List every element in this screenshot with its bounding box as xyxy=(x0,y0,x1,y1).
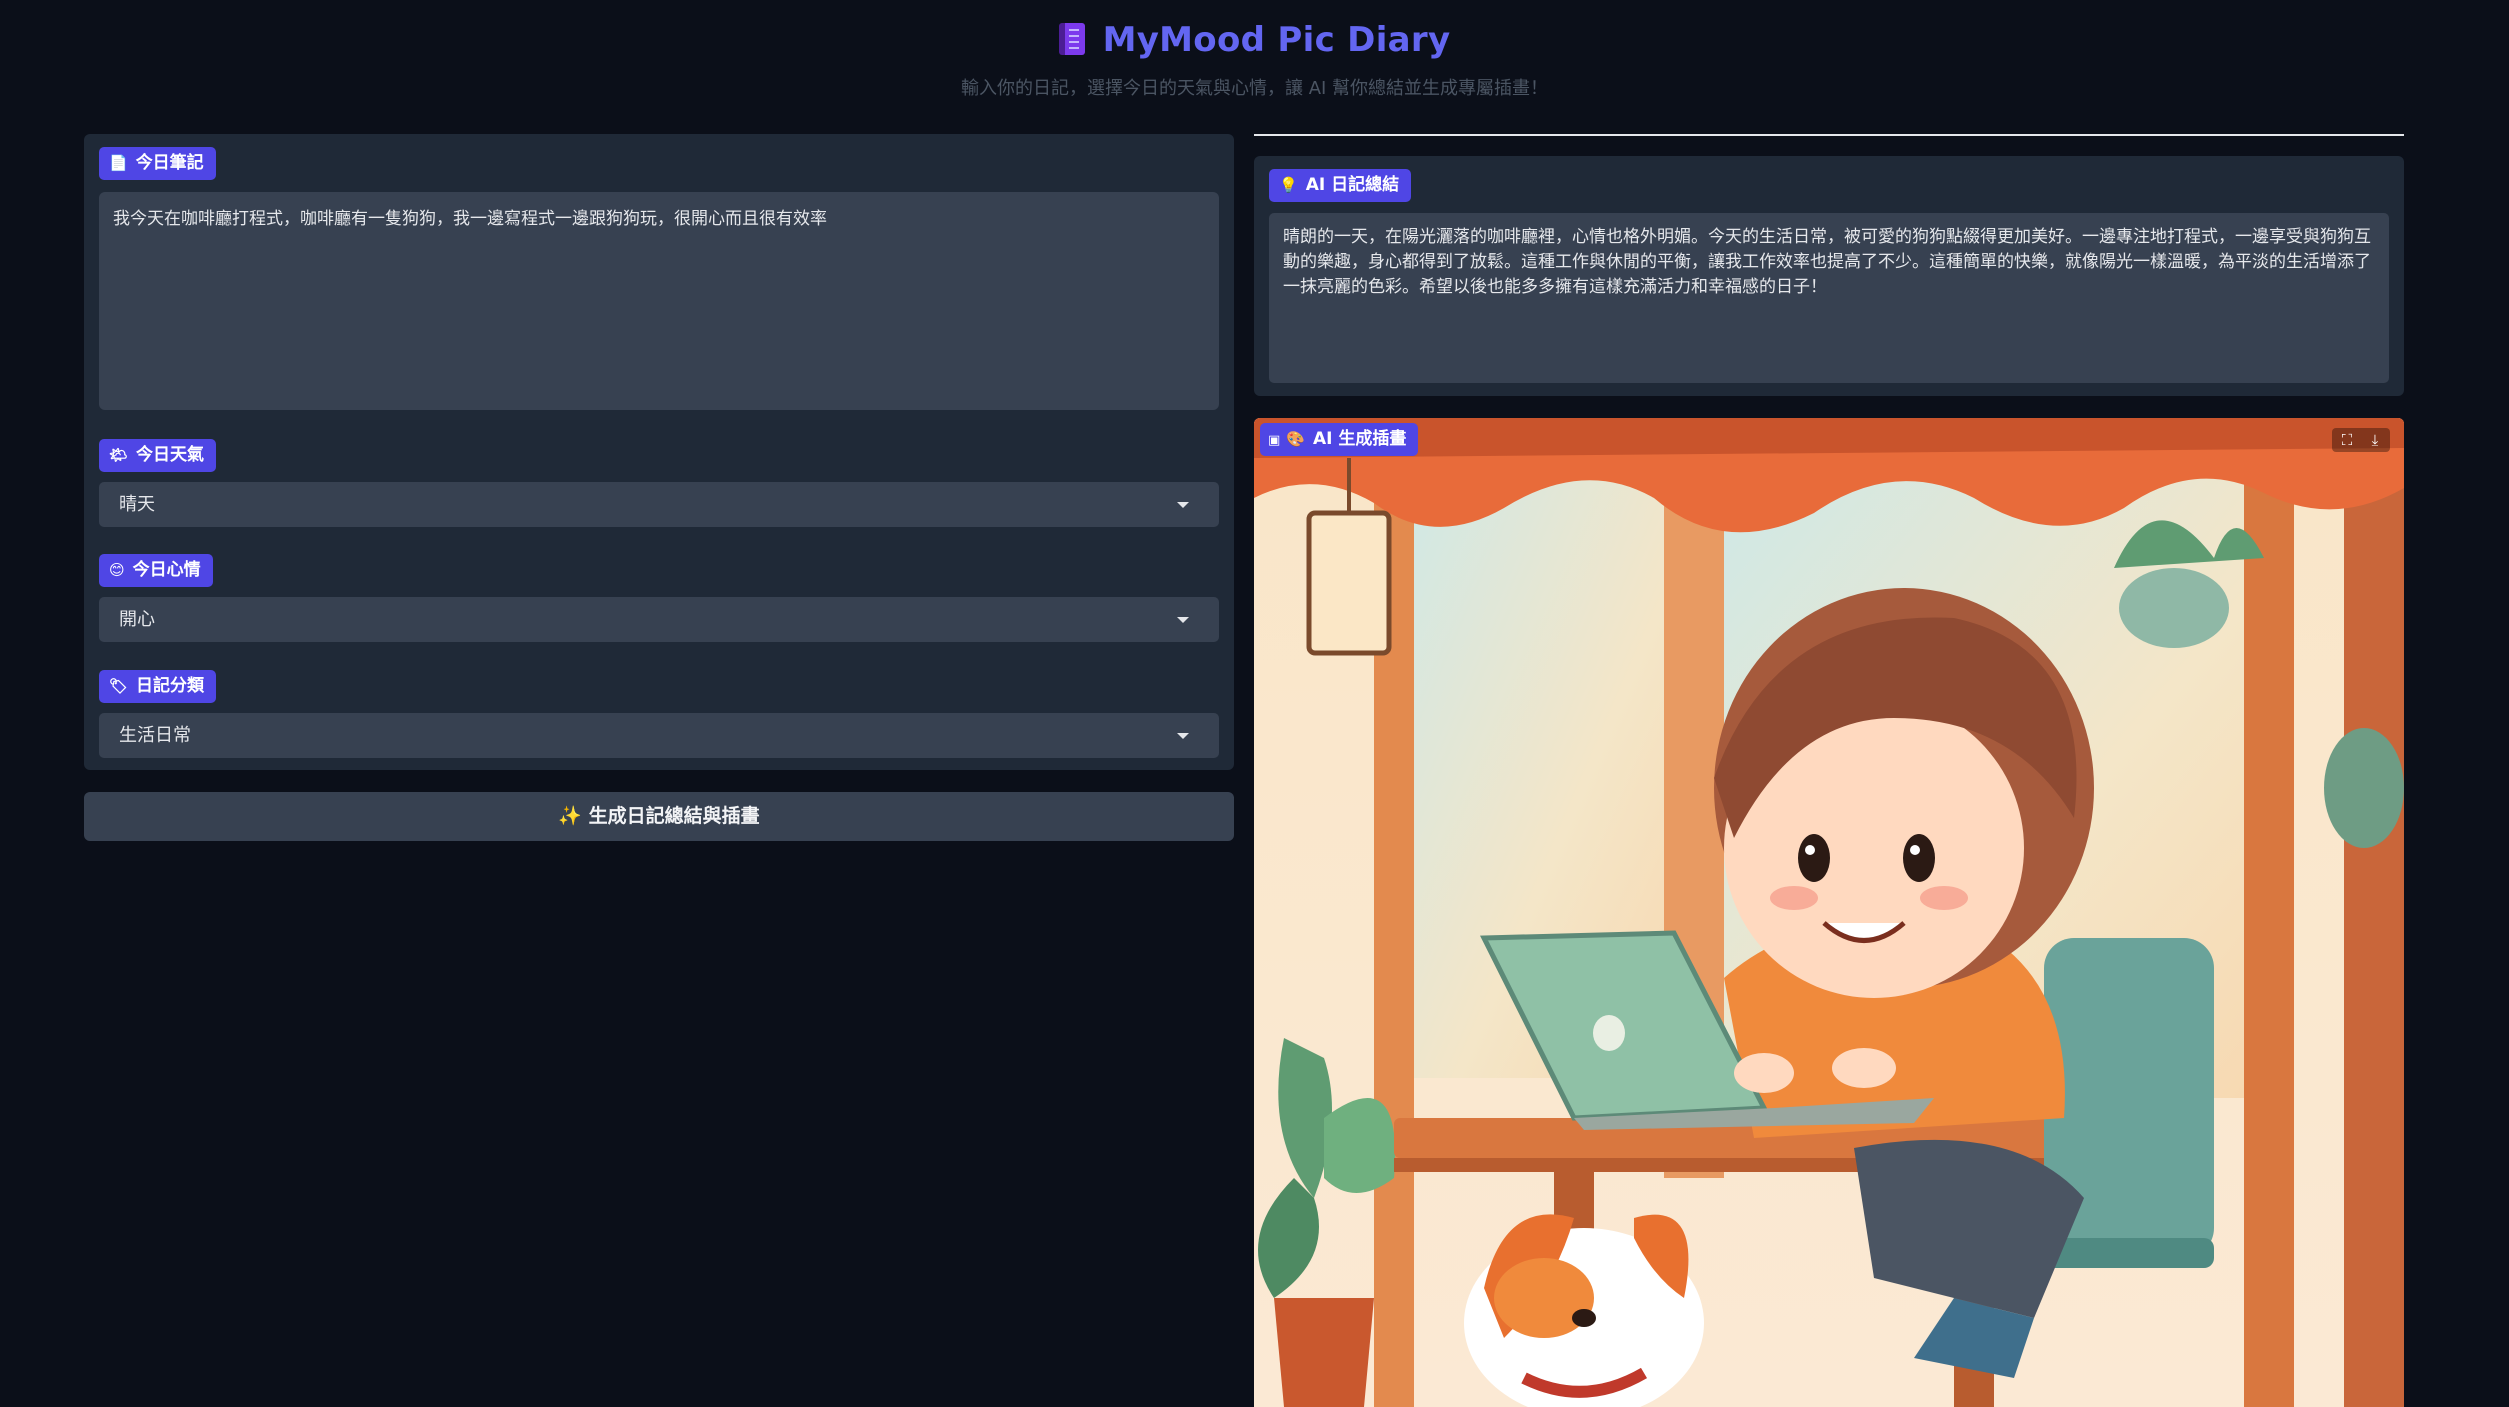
app-subtitle: 輸入你的日記，選擇今日的天氣與心情，讓 AI 幫你總結並生成專屬插畫！ xyxy=(960,78,1549,99)
category-label-badge: 🏷 日記分類 xyxy=(99,670,217,703)
mood-selected-value: 開心 xyxy=(119,609,155,630)
notes-label-badge: 📄 今日筆記 xyxy=(99,147,216,180)
smiley-icon: 😊 xyxy=(109,561,125,579)
generate-button[interactable]: ✨ 生成日記總結與插畫 xyxy=(84,792,1234,841)
output-divider xyxy=(1254,134,2404,136)
category-select[interactable]: 生活日常 xyxy=(99,713,1219,758)
notes-label: 今日筆記 xyxy=(135,153,204,173)
weather-label-badge: 🌤 今日天氣 xyxy=(99,439,217,472)
tag-icon: 🏷 xyxy=(109,677,129,695)
image-label: AI 生成插畫 xyxy=(1312,429,1407,449)
chevron-down-icon xyxy=(1177,502,1189,508)
download-icon[interactable]: ⤓ xyxy=(2366,431,2384,449)
chevron-down-icon xyxy=(1177,617,1189,623)
category-label: 日記分類 xyxy=(136,676,205,696)
mood-label-badge: 😊 今日心情 xyxy=(99,554,213,587)
weather-label: 今日天氣 xyxy=(136,445,205,465)
diary-input-panel: 📄 今日筆記 我今天在咖啡廳打程式，咖啡廳有一隻狗狗，我一邊寫程式一邊跟狗狗玩，很… xyxy=(84,134,1234,770)
summary-textbox[interactable]: 晴朗的一天，在陽光灑落的咖啡廳裡，心情也格外明媚。今天的生活日常，被可愛的狗狗點… xyxy=(1269,213,2389,383)
summary-label: AI 日記總結 xyxy=(1305,175,1400,195)
mood-select[interactable]: 開心 xyxy=(99,597,1219,642)
notes-textarea[interactable]: 我今天在咖啡廳打程式，咖啡廳有一隻狗狗，我一邊寫程式一邊跟狗狗玩，很開心而且很有… xyxy=(99,192,1219,410)
generated-image-panel: ▣ 🎨 AI 生成插畫 ⛶ ⤓ xyxy=(1254,418,2404,1407)
app-title-row: MyMood Pic Diary xyxy=(0,20,2509,60)
image-icon: ▣ xyxy=(1268,433,1281,448)
notebook-icon xyxy=(1058,23,1085,55)
weather-selected-value: 晴天 xyxy=(119,494,155,515)
summary-panel: 💡 AI 日記總結 晴朗的一天，在陽光灑落的咖啡廳裡，心情也格外明媚。今天的生活日… xyxy=(1254,156,2404,396)
generated-illustration xyxy=(1254,418,2404,1407)
chevron-down-icon xyxy=(1177,733,1189,739)
image-label-badge: ▣ 🎨 AI 生成插畫 xyxy=(1260,423,1419,456)
sun-cloud-icon: 🌤 xyxy=(109,446,129,464)
summary-label-badge: 💡 AI 日記總結 xyxy=(1269,169,1412,202)
palette-icon: 🎨 xyxy=(1286,430,1305,448)
lightbulb-icon: 💡 xyxy=(1279,176,1298,194)
category-selected-value: 生活日常 xyxy=(119,725,191,746)
app-header: MyMood Pic Diary 輸入你的日記，選擇今日的天氣與心情，讓 AI … xyxy=(0,20,2509,100)
fullscreen-icon[interactable]: ⛶ xyxy=(2338,431,2356,449)
weather-select[interactable]: 晴天 xyxy=(99,482,1219,527)
app-title: MyMood Pic Diary xyxy=(1102,20,1451,60)
image-toolbar: ⛶ ⤓ xyxy=(2332,428,2390,452)
mood-label: 今日心情 xyxy=(132,560,201,580)
memo-icon: 📄 xyxy=(109,154,128,172)
